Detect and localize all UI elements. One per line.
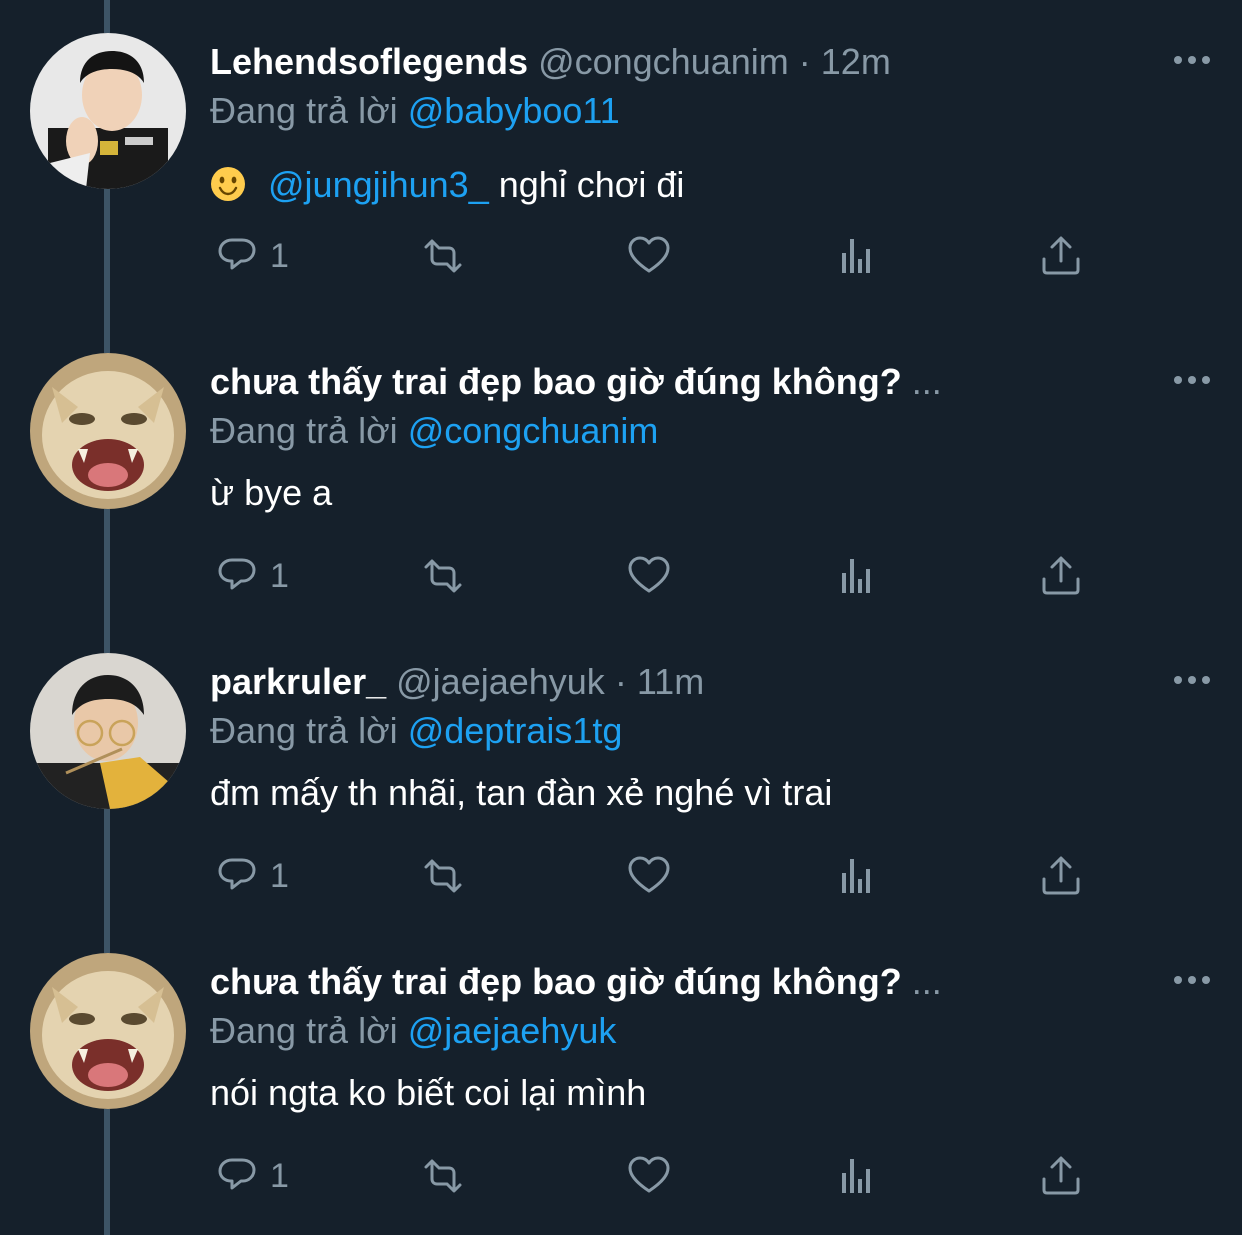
- retweet-icon: [424, 239, 462, 273]
- like-button[interactable]: [624, 230, 674, 282]
- more-options-icon[interactable]: [1170, 662, 1214, 698]
- like-button[interactable]: [624, 1150, 674, 1202]
- separator-dot: ·: [798, 41, 811, 82]
- display-name[interactable]: parkruler_: [210, 661, 386, 702]
- reply-button[interactable]: 1: [212, 230, 289, 282]
- replying-to-handle[interactable]: @jaejaehyuk: [408, 1010, 617, 1051]
- heart-icon: [628, 1156, 670, 1193]
- analytics-button[interactable]: [832, 1150, 882, 1202]
- tweet-text-content: nghỉ chơi đi: [488, 164, 685, 205]
- share-button[interactable]: [1036, 850, 1086, 902]
- timestamp[interactable]: 12m: [821, 41, 891, 82]
- reply-icon: [218, 858, 256, 890]
- tweet-header: chưa thấy trai đẹp bao giờ đúng không? .…: [210, 958, 942, 1006]
- analytics-button[interactable]: [832, 850, 882, 902]
- slightly-smiling-face-icon: [211, 167, 245, 201]
- retweet-button[interactable]: [418, 230, 468, 282]
- analytics-button[interactable]: [832, 550, 882, 602]
- retweet-icon: [424, 859, 462, 893]
- analytics-icon: [842, 239, 870, 273]
- replying-to-handle[interactable]: @congchuanim: [408, 410, 659, 451]
- replying-to-label: Đang trả lời: [210, 90, 398, 131]
- retweet-button[interactable]: [418, 1150, 468, 1202]
- reply-button[interactable]: 1: [212, 1150, 289, 1202]
- replying-to: Đang trả lời @babyboo11: [210, 88, 620, 134]
- heart-icon: [628, 236, 670, 273]
- tweet-text: ừ bye a: [210, 472, 333, 513]
- replying-to-label: Đang trả lời: [210, 1010, 398, 1051]
- tweet[interactable]: parkruler_ @jaejaehyuk · 11m Đang trả lờ…: [0, 620, 1242, 920]
- tweet-text: đm mấy th nhãi, tan đàn xẻ nghé vì trai: [210, 772, 833, 813]
- timestamp[interactable]: 11m: [637, 661, 704, 702]
- share-button[interactable]: [1036, 1150, 1086, 1202]
- more-options-icon[interactable]: [1170, 362, 1214, 398]
- like-button[interactable]: [624, 850, 674, 902]
- truncation-ellipsis: ...: [911, 361, 942, 402]
- replying-to-label: Đang trả lời: [210, 410, 398, 451]
- display-name[interactable]: Lehendsoflegends: [210, 41, 528, 82]
- tweet-header: chưa thấy trai đẹp bao giờ đúng không? .…: [210, 358, 942, 406]
- reply-button[interactable]: 1: [212, 850, 289, 902]
- user-avatar[interactable]: [30, 33, 186, 189]
- retweet-icon: [424, 559, 462, 593]
- share-button[interactable]: [1036, 550, 1086, 602]
- reply-icon: [218, 558, 256, 590]
- user-avatar[interactable]: [30, 953, 186, 1109]
- reply-count: 1: [270, 856, 289, 895]
- share-button[interactable]: [1036, 230, 1086, 282]
- tweet-text: nói ngta ko biết coi lại mình: [210, 1072, 647, 1113]
- analytics-icon: [842, 859, 870, 893]
- reply-count: 1: [270, 556, 289, 595]
- replying-to-handle[interactable]: @deptrais1tg: [408, 710, 623, 751]
- reply-button[interactable]: 1: [212, 550, 289, 602]
- reply-count: 1: [270, 1156, 289, 1195]
- share-icon: [1042, 556, 1080, 595]
- tweet[interactable]: Lehendsoflegends @congchuanim · 12m Đang…: [0, 0, 1242, 300]
- tweet-header: Lehendsoflegends @congchuanim · 12m: [210, 38, 891, 86]
- retweet-icon: [424, 1159, 462, 1193]
- tweet-actions: 1: [210, 850, 1110, 902]
- tweet-actions: 1: [210, 1150, 1110, 1202]
- tweet-text: @jungjihun3_ nghỉ chơi đi: [210, 162, 684, 208]
- user-handle[interactable]: @congchuanim: [538, 41, 789, 82]
- display-name[interactable]: chưa thấy trai đẹp bao giờ đúng không?: [210, 361, 902, 402]
- replying-to: Đang trả lời @jaejaehyuk: [210, 1008, 616, 1054]
- retweet-button[interactable]: [418, 550, 468, 602]
- display-name[interactable]: chưa thấy trai đẹp bao giờ đúng không?: [210, 961, 902, 1002]
- reply-count: 1: [270, 236, 289, 275]
- separator-dot: ·: [614, 661, 627, 702]
- more-options-icon[interactable]: [1170, 42, 1214, 78]
- replying-to: Đang trả lời @congchuanim: [210, 408, 658, 454]
- reply-icon: [218, 1158, 256, 1190]
- user-avatar[interactable]: [30, 353, 186, 509]
- user-avatar[interactable]: [30, 653, 186, 809]
- like-button[interactable]: [624, 550, 674, 602]
- heart-icon: [628, 556, 670, 593]
- heart-icon: [628, 856, 670, 893]
- analytics-icon: [842, 1159, 870, 1193]
- reply-icon: [218, 238, 256, 270]
- replying-to-handle[interactable]: @babyboo11: [408, 90, 620, 131]
- more-options-icon[interactable]: [1170, 962, 1214, 998]
- mention-link[interactable]: @jungjihun3_: [268, 164, 489, 205]
- replying-to: Đang trả lời @deptrais1tg: [210, 708, 622, 754]
- truncation-ellipsis: ...: [911, 961, 942, 1002]
- tweet-actions: 1: [210, 230, 1110, 282]
- tweet[interactable]: chưa thấy trai đẹp bao giờ đúng không? .…: [0, 920, 1242, 1220]
- analytics-button[interactable]: [832, 230, 882, 282]
- tweet-actions: 1: [210, 550, 1110, 602]
- tweet[interactable]: chưa thấy trai đẹp bao giờ đúng không? .…: [0, 320, 1242, 620]
- tweet-header: parkruler_ @jaejaehyuk · 11m: [210, 658, 704, 706]
- retweet-button[interactable]: [418, 850, 468, 902]
- user-handle[interactable]: @jaejaehyuk: [396, 661, 605, 702]
- analytics-icon: [842, 559, 870, 593]
- share-icon: [1042, 856, 1080, 895]
- replying-to-label: Đang trả lời: [210, 710, 398, 751]
- share-icon: [1042, 1156, 1080, 1195]
- share-icon: [1042, 236, 1080, 275]
